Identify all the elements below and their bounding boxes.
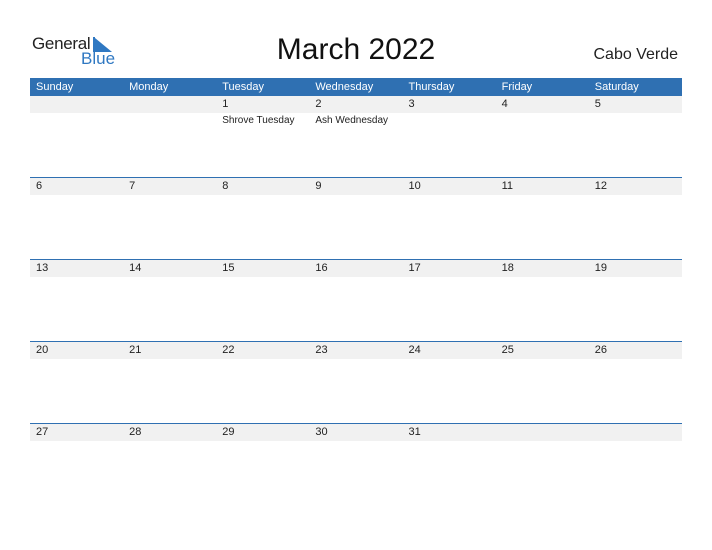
day-number: 11 bbox=[501, 180, 514, 192]
week-row: 13 14 15 16 17 18 19 bbox=[30, 259, 682, 341]
day-number: 3 bbox=[408, 98, 415, 110]
day-number: 24 bbox=[408, 344, 421, 356]
holiday-label bbox=[216, 277, 309, 278]
day-number-strip: 1 2 3 4 5 bbox=[30, 96, 682, 113]
weekday-wednesday: Wednesday bbox=[315, 81, 374, 93]
holiday-label: Ash Wednesday bbox=[315, 115, 389, 126]
events-strip bbox=[30, 195, 682, 196]
holiday-label bbox=[30, 277, 123, 278]
weekday-header: Sunday Monday Tuesday Wednesday Thursday… bbox=[30, 78, 682, 96]
holiday-label bbox=[403, 359, 496, 360]
events-strip bbox=[30, 277, 682, 278]
day-number: 15 bbox=[222, 262, 235, 274]
week-row: 6 7 8 9 10 11 12 bbox=[30, 177, 682, 259]
day-number: 10 bbox=[408, 180, 421, 192]
day-number: 23 bbox=[315, 344, 328, 356]
day-number: 9 bbox=[315, 180, 322, 192]
country-label: Cabo Verde bbox=[593, 46, 678, 63]
day-number: 29 bbox=[222, 426, 235, 438]
holiday-label bbox=[216, 441, 309, 442]
holiday-label bbox=[30, 359, 123, 360]
holiday-label bbox=[403, 195, 496, 196]
day-number: 16 bbox=[315, 262, 328, 274]
holiday-label bbox=[309, 441, 402, 442]
day-number: 7 bbox=[129, 180, 136, 192]
weeks-container: 1 2 3 4 5 Shrove Tuesday Ash Wednesday 6 7 8 9 10 11… bbox=[30, 96, 682, 505]
day-number: 19 bbox=[594, 262, 607, 274]
day-number-strip: 6 7 8 9 10 11 12 bbox=[30, 178, 682, 195]
day-number: 17 bbox=[408, 262, 421, 274]
holiday-label bbox=[309, 359, 402, 360]
holiday-label bbox=[589, 277, 682, 278]
day-number: 1 bbox=[222, 98, 229, 110]
week-row: 1 2 3 4 5 Shrove Tuesday Ash Wednesday bbox=[30, 96, 682, 177]
holiday-label bbox=[30, 113, 123, 128]
holiday-label bbox=[123, 277, 216, 278]
holiday-label bbox=[403, 441, 496, 442]
day-number: 27 bbox=[36, 426, 49, 438]
events-strip bbox=[30, 441, 682, 442]
day-number-strip: 13 14 15 16 17 18 19 bbox=[30, 260, 682, 277]
holiday-label bbox=[123, 359, 216, 360]
day-number: 21 bbox=[129, 344, 142, 356]
calendar-grid: Sunday Monday Tuesday Wednesday Thursday… bbox=[30, 78, 682, 505]
holiday-label bbox=[496, 195, 589, 196]
week-row: 27 28 29 30 31 bbox=[30, 423, 682, 505]
holiday-label bbox=[403, 113, 496, 128]
holiday-label bbox=[496, 441, 589, 442]
day-number bbox=[123, 96, 216, 113]
holiday-label bbox=[123, 195, 216, 196]
day-number: 13 bbox=[36, 262, 49, 274]
holiday-label bbox=[589, 195, 682, 196]
day-number-strip: 20 21 22 23 24 25 26 bbox=[30, 342, 682, 359]
day-number: 6 bbox=[36, 180, 43, 192]
day-number: 5 bbox=[594, 98, 601, 110]
holiday-label bbox=[216, 359, 309, 360]
holiday-label bbox=[589, 113, 682, 128]
holiday-label bbox=[589, 441, 682, 442]
holiday-label bbox=[30, 195, 123, 196]
day-number: 4 bbox=[501, 98, 508, 110]
holiday-label bbox=[309, 195, 402, 196]
holiday-label bbox=[496, 113, 589, 128]
holiday-label bbox=[403, 277, 496, 278]
holiday-label bbox=[30, 441, 123, 442]
holiday-label bbox=[309, 277, 402, 278]
holiday-label bbox=[123, 441, 216, 442]
events-strip bbox=[30, 359, 682, 360]
day-number: 30 bbox=[315, 426, 328, 438]
events-strip: Shrove Tuesday Ash Wednesday bbox=[30, 113, 682, 128]
day-number: 18 bbox=[501, 262, 514, 274]
day-number: 14 bbox=[129, 262, 142, 274]
week-row: 20 21 22 23 24 25 26 bbox=[30, 341, 682, 423]
holiday-label bbox=[496, 277, 589, 278]
weekday-sunday: Sunday bbox=[36, 81, 74, 93]
day-number: 25 bbox=[501, 344, 514, 356]
day-number: 28 bbox=[129, 426, 142, 438]
weekday-friday: Friday bbox=[501, 81, 533, 93]
weekday-saturday: Saturday bbox=[594, 81, 639, 93]
day-number: 22 bbox=[222, 344, 235, 356]
day-number bbox=[589, 424, 682, 441]
holiday-label bbox=[216, 195, 309, 196]
day-number: 20 bbox=[36, 344, 49, 356]
weekday-tuesday: Tuesday bbox=[222, 81, 265, 93]
weekday-thursday: Thursday bbox=[408, 81, 455, 93]
day-number-strip: 27 28 29 30 31 bbox=[30, 424, 682, 441]
weekday-monday: Monday bbox=[129, 81, 169, 93]
day-number: 26 bbox=[594, 344, 607, 356]
day-number: 8 bbox=[222, 180, 229, 192]
holiday-label bbox=[589, 359, 682, 360]
day-number bbox=[30, 96, 123, 113]
day-number: 12 bbox=[594, 180, 607, 192]
holiday-label bbox=[496, 359, 589, 360]
day-number bbox=[496, 424, 589, 441]
holiday-label bbox=[123, 113, 216, 128]
day-number: 2 bbox=[315, 98, 322, 110]
holiday-label: Shrove Tuesday bbox=[222, 115, 295, 126]
day-number: 31 bbox=[408, 426, 421, 438]
